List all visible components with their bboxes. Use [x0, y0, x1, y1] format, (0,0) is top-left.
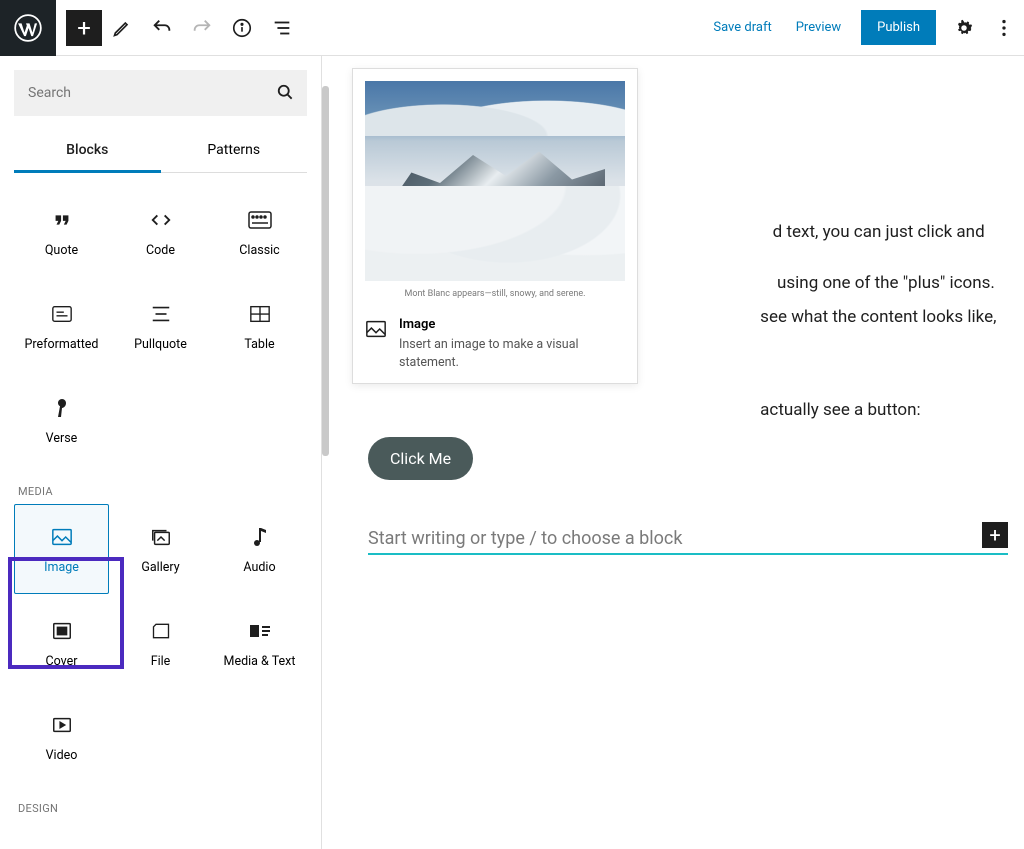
media-text-icon — [248, 616, 272, 646]
code-icon — [150, 205, 172, 235]
block-search-input[interactable] — [14, 70, 307, 116]
block-table[interactable]: Table — [212, 281, 307, 371]
preview-block-description: Insert an image to make a visual stateme… — [399, 336, 625, 371]
editor-canvas: Mont Blanc appears—still, snowy, and ser… — [322, 56, 1024, 849]
image-icon — [365, 319, 387, 339]
add-block-button[interactable]: + — [982, 522, 1008, 548]
image-icon — [51, 522, 73, 552]
preview-block-title: Image — [399, 317, 625, 332]
settings-gear-icon[interactable] — [944, 8, 984, 48]
quote-icon — [51, 205, 73, 235]
block-gallery[interactable]: Gallery — [113, 504, 208, 594]
audio-icon — [252, 522, 268, 552]
redo-button[interactable] — [182, 8, 222, 48]
block-classic[interactable]: Classic — [212, 187, 307, 277]
placeholder-text: Start writing or type / to choose a bloc… — [368, 528, 682, 549]
block-inserter-panel: Blocks Patterns Quote Code Classic Prefo… — [0, 56, 322, 849]
toggle-block-inserter-button[interactable]: + — [66, 10, 102, 46]
paragraph-block[interactable]: xxxxxxxxxxxxxxxxxxxxxxxxxxxxxxxxxxxxxxxx… — [368, 398, 1008, 424]
pullquote-icon — [150, 299, 172, 329]
media-section-title: MEDIA — [18, 485, 307, 498]
details-info-icon[interactable] — [222, 8, 262, 48]
block-preview-card: Mont Blanc appears—still, snowy, and ser… — [352, 68, 638, 384]
gallery-icon — [150, 522, 172, 552]
save-draft-button[interactable]: Save draft — [701, 12, 783, 43]
file-icon — [151, 616, 171, 646]
block-cover[interactable]: Cover — [14, 598, 109, 688]
block-audio[interactable]: Audio — [212, 504, 307, 594]
scrollbar-thumb[interactable] — [322, 86, 329, 456]
block-code[interactable]: Code — [113, 187, 208, 277]
publish-button[interactable]: Publish — [861, 10, 936, 45]
wordpress-logo[interactable] — [0, 0, 56, 56]
block-preformatted[interactable]: Preformatted — [14, 281, 109, 371]
table-icon — [249, 299, 271, 329]
block-quote[interactable]: Quote — [14, 187, 109, 277]
click-me-button[interactable]: Click Me — [368, 437, 473, 480]
inserter-tabs: Blocks Patterns — [14, 130, 307, 173]
block-verse[interactable]: Verse — [14, 375, 109, 465]
block-pullquote[interactable]: Pullquote — [113, 281, 208, 371]
block-file[interactable]: File — [113, 598, 208, 688]
preview-caption: Mont Blanc appears—still, snowy, and ser… — [365, 289, 625, 299]
tools-edit-icon[interactable] — [102, 8, 142, 48]
search-icon — [275, 82, 295, 102]
verse-icon — [53, 393, 71, 423]
preview-image — [365, 81, 625, 281]
tab-patterns[interactable]: Patterns — [161, 130, 308, 172]
block-video[interactable]: Video — [14, 692, 109, 782]
block-image[interactable]: Image — [14, 504, 109, 594]
classic-icon — [248, 205, 272, 235]
more-options-icon[interactable] — [984, 8, 1024, 48]
cover-icon — [51, 616, 73, 646]
undo-button[interactable] — [142, 8, 182, 48]
preview-button[interactable]: Preview — [784, 12, 853, 43]
default-block-appender[interactable]: Start writing or type / to choose a bloc… — [368, 524, 1008, 555]
block-media-text[interactable]: Media & Text — [212, 598, 307, 688]
media-blocks-grid: Image Gallery Audio Cover File Media & T… — [14, 504, 307, 782]
text-blocks-grid: Quote Code Classic Preformatted Pullquot… — [14, 187, 307, 465]
outline-list-view-icon[interactable] — [262, 8, 302, 48]
tab-blocks[interactable]: Blocks — [14, 130, 161, 173]
preformatted-icon — [51, 299, 73, 329]
editor-top-toolbar: + Save draft Preview Publish — [0, 0, 1024, 56]
video-icon — [51, 710, 73, 740]
design-section-title: DESIGN — [18, 802, 307, 813]
